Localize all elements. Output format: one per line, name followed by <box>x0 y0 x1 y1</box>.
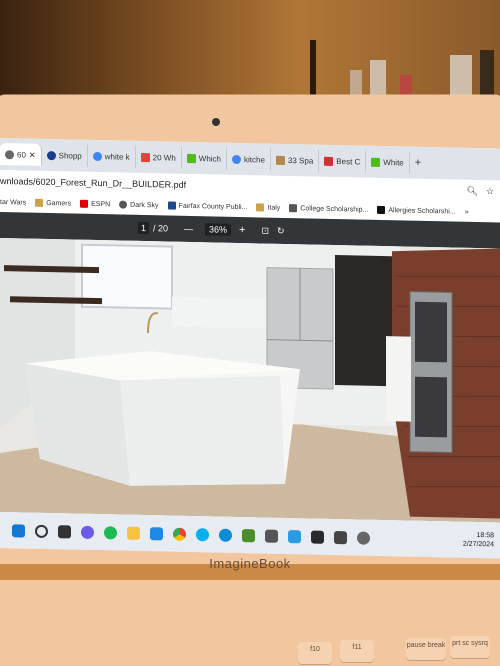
star-icon[interactable]: ☆ <box>486 186 494 197</box>
bookmark-star-wars[interactable]: tar Wars <box>0 199 26 207</box>
bookmarks-overflow[interactable]: » <box>465 208 469 215</box>
task-view-icon[interactable] <box>58 524 71 538</box>
edge-icon[interactable] <box>219 528 232 542</box>
search-icon[interactable] <box>35 524 48 538</box>
photo-scene: 60 ✕ Shopp white k 20 Wh Which kitche 33… <box>0 0 500 666</box>
tab-houzz-which[interactable]: Which <box>181 146 228 170</box>
columns-icon <box>275 155 285 165</box>
page-number-input[interactable]: 1 <box>138 221 150 235</box>
clock[interactable]: 18:58 2/27/2024 <box>463 531 494 550</box>
pdf-page-kitchen-rendering <box>0 238 500 523</box>
tab-houzz-white[interactable]: White <box>366 150 410 174</box>
bookmark-dark-sky[interactable]: Dark Sky <box>119 200 159 209</box>
tab-label: Shopp <box>58 150 82 161</box>
apple-icon <box>119 200 128 209</box>
key-f11[interactable]: f11 <box>340 640 374 662</box>
tab-label: Which <box>198 153 222 164</box>
tab-pdf[interactable]: 60 ✕ <box>0 143 42 166</box>
tab-label: 33 Spa <box>287 155 314 166</box>
close-icon[interactable]: ✕ <box>29 150 36 159</box>
tab-label: White <box>383 157 404 167</box>
file-explorer-icon[interactable] <box>127 526 140 540</box>
zoom-in-button[interactable]: + <box>239 224 245 236</box>
bookmark-gamers[interactable]: Gamers <box>35 198 71 208</box>
tab-google-white[interactable]: white k <box>87 144 136 168</box>
fit-page-icon[interactable]: ⊡ <box>261 225 269 236</box>
tab-home[interactable]: 20 Wh <box>135 145 182 169</box>
mail-icon[interactable] <box>150 526 163 540</box>
laptop-keyboard: f10 f11 pause break prt sc sysrq <box>0 580 500 666</box>
minecraft-icon[interactable] <box>242 528 255 542</box>
bookmark-fairfax[interactable]: Fairfax County Publi... <box>167 201 247 212</box>
bookmark-italy[interactable]: Italy <box>256 203 280 212</box>
zoom-level[interactable]: 36% <box>205 223 232 236</box>
laptop-screen: 60 ✕ Shopp white k 20 Wh Which kitche 33… <box>0 138 500 559</box>
bookmark-espn[interactable]: ESPN <box>80 199 110 209</box>
windows-start-icon[interactable] <box>12 523 25 538</box>
tab-spaces[interactable]: 33 Spa <box>270 148 320 172</box>
tab-label: 60 <box>17 149 26 160</box>
paint-icon[interactable] <box>288 529 301 543</box>
tab-label: 20 Wh <box>152 152 176 163</box>
search-icon[interactable]: 🔍︎ <box>466 185 477 196</box>
chrome-icon[interactable] <box>173 527 186 541</box>
globe-icon <box>5 149 14 159</box>
app-icon[interactable] <box>334 530 347 544</box>
zoom-out-button[interactable]: — <box>184 224 193 234</box>
key-print-screen[interactable]: prt sc sysrq <box>450 636 490 658</box>
google-icon <box>92 151 102 161</box>
best-icon <box>324 156 334 166</box>
tab-google-kitchen[interactable]: kitche <box>227 147 271 171</box>
cloud-icon <box>46 150 56 160</box>
new-tab-button[interactable]: + <box>410 152 426 174</box>
rotate-icon[interactable]: ↻ <box>277 225 285 236</box>
houzz-icon <box>186 153 196 163</box>
p-icon <box>377 205 386 215</box>
laptop-brand-label: ImagineBook <box>209 556 291 571</box>
page-total: / 20 <box>153 223 169 234</box>
kitchen-rendering-image <box>0 238 500 523</box>
home-icon <box>140 152 150 162</box>
tab-label: white k <box>104 151 130 162</box>
key-pause-break[interactable]: pause break <box>406 638 446 660</box>
bookmark-allergies-scholarship[interactable]: Allergies Scholarshi... <box>377 205 456 216</box>
webcam <box>212 118 220 126</box>
bookmark-college-scholarship[interactable]: College Scholarship... <box>289 204 368 214</box>
camera-icon[interactable] <box>265 529 278 543</box>
school-icon <box>167 201 176 210</box>
tab-label: kitche <box>244 154 265 165</box>
skype-icon[interactable] <box>196 527 209 541</box>
key-f10[interactable]: f10 <box>298 642 332 664</box>
folder-icon <box>35 198 44 207</box>
folder-icon <box>256 203 265 212</box>
tab-best[interactable]: Best C <box>319 149 367 173</box>
clock-date: 2/27/2024 <box>462 540 494 549</box>
spotify-icon[interactable] <box>104 525 117 539</box>
tab-shopping[interactable]: Shopp <box>41 143 88 167</box>
tab-label: Best C <box>336 156 361 167</box>
settings-icon[interactable] <box>357 530 370 545</box>
app-icon[interactable] <box>311 530 324 544</box>
houzz-icon <box>371 157 381 167</box>
copilot-icon[interactable] <box>81 525 94 539</box>
plus-icon: + <box>414 156 422 169</box>
building-icon <box>289 204 298 213</box>
google-icon <box>232 154 242 164</box>
espn-icon <box>80 199 89 208</box>
